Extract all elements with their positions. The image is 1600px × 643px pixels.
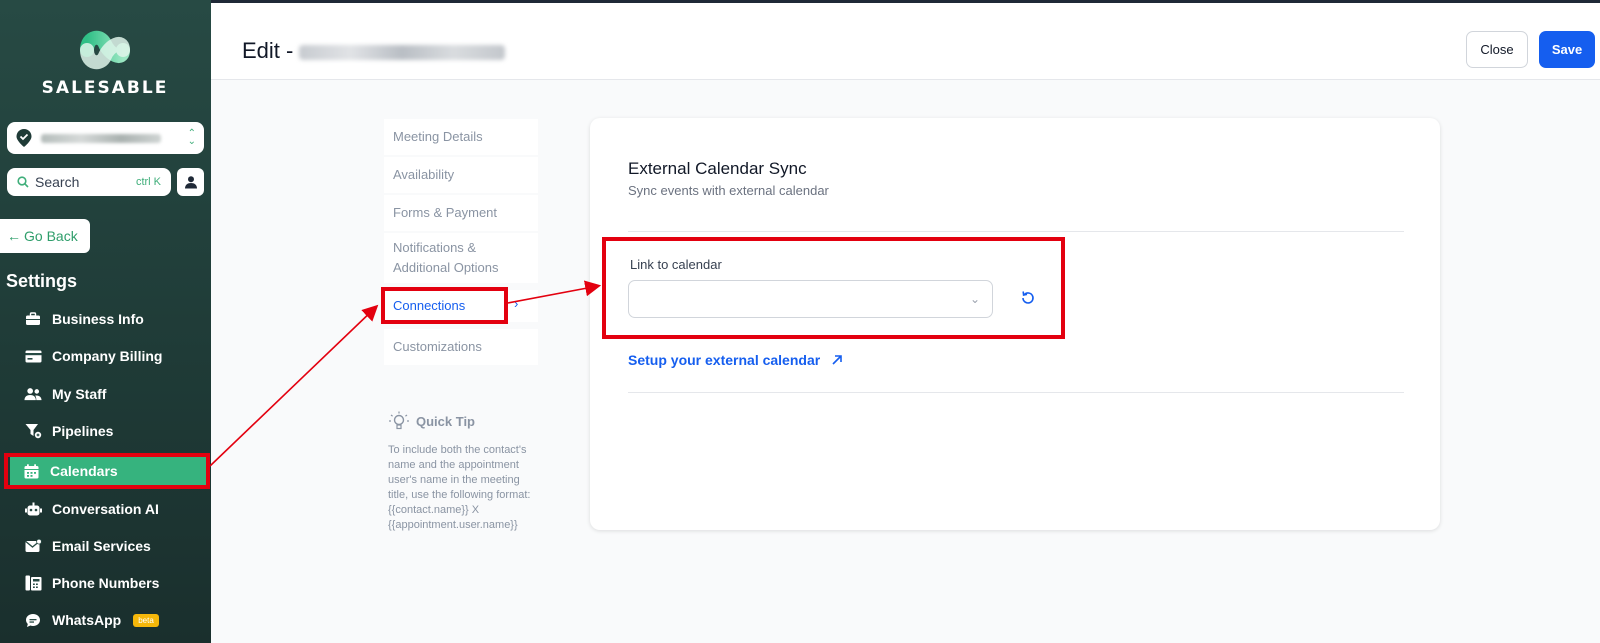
setup-link-label: Setup your external calendar <box>628 352 821 368</box>
arrow-calendars-to-connections <box>209 304 379 467</box>
subnav-item-meeting-details[interactable]: Meeting Details <box>384 119 538 155</box>
briefcase-icon <box>24 310 42 328</box>
calendar-name-redacted <box>299 44 506 60</box>
sidebar-item-label: My Staff <box>52 386 107 402</box>
arrow-left-icon: ← <box>7 228 21 244</box>
sidebar-item-email-services[interactable]: Email Services <box>14 531 203 561</box>
page-title: Edit - <box>242 38 506 64</box>
sidebar-item-conversation-ai[interactable]: Conversation AI <box>14 494 203 524</box>
setup-external-calendar-link[interactable]: Setup your external calendar <box>628 352 844 368</box>
search-button[interactable]: Search ctrl K <box>7 168 171 196</box>
go-back-button[interactable]: ← Go Back <box>0 219 90 253</box>
sidebar-item-business-info[interactable]: Business Info <box>14 304 203 334</box>
sidebar-item-label: Pipelines <box>52 423 114 439</box>
location-name-redacted <box>41 133 161 143</box>
sidebar-item-label: WhatsApp <box>52 612 122 628</box>
robot-icon <box>24 500 42 518</box>
sidebar-item-label: Conversation AI <box>52 501 159 517</box>
header-top-bar <box>211 0 1600 3</box>
subnav-item-notifications[interactable]: Notifications & Additional Options <box>384 233 538 283</box>
save-button[interactable]: Save <box>1539 31 1595 68</box>
subnav-item-label: Forms & Payment <box>393 205 498 220</box>
highlight-box-link-calendar <box>602 237 1065 339</box>
search-shortcut: ctrl K <box>135 176 161 188</box>
divider <box>628 231 1404 232</box>
subnav-item-label: Customizations <box>393 339 482 354</box>
subnav-item-label: Notifications & Additional Options <box>393 240 499 275</box>
quick-tip-body: To include both the contact's name and t… <box>388 444 531 531</box>
divider <box>628 392 1404 393</box>
sidebar-item-company-billing[interactable]: Company Billing <box>14 341 203 371</box>
settings-heading: Settings <box>6 271 78 291</box>
close-button[interactable]: Close <box>1466 31 1528 68</box>
quick-tip-header: Quick Tip <box>388 411 538 431</box>
beta-badge: beta <box>133 613 159 627</box>
lightbulb-icon <box>389 411 409 430</box>
page-header: Edit - Close Save <box>211 0 1600 80</box>
quick-tip: Quick Tip To include both the contact's … <box>388 411 538 533</box>
subnav-item-label: Meeting Details <box>393 129 483 144</box>
sidebar-item-label: Company Billing <box>52 348 163 364</box>
subnav-item-label: Availability <box>393 167 455 182</box>
location-switcher[interactable]: ⌃ ⌄ <box>7 122 204 154</box>
phone-book-icon <box>24 574 42 592</box>
search-label: Search <box>35 174 80 190</box>
sidebar-item-whatsapp[interactable]: WhatsApp beta <box>14 605 203 635</box>
go-back-label: Go Back <box>24 228 78 244</box>
user-icon <box>184 176 197 189</box>
sidebar-item-label: Email Services <box>52 538 151 554</box>
chevron-right-icon: › <box>514 296 519 311</box>
quick-tip-title: Quick Tip <box>416 413 475 429</box>
credit-card-icon <box>24 347 42 365</box>
sidebar-item-label: Business Info <box>52 311 144 327</box>
chat-icon <box>24 611 42 629</box>
external-arrow-icon <box>832 355 842 365</box>
highlight-box-calendars <box>4 453 210 489</box>
card-title: External Calendar Sync <box>628 159 807 178</box>
sidebar-item-pipelines[interactable]: Pipelines <box>14 416 203 446</box>
users-icon <box>24 385 42 403</box>
subnav-item-forms-payment[interactable]: Forms & Payment <box>384 195 538 231</box>
page-title-prefix: Edit - <box>242 38 294 63</box>
envelope-icon <box>24 537 42 555</box>
sidebar-item-phone-numbers[interactable]: Phone Numbers <box>14 568 203 598</box>
sidebar-item-label: Phone Numbers <box>52 575 160 591</box>
brand-logo[interactable]: SALESABLE <box>40 28 170 98</box>
highlight-box-connections <box>381 287 508 324</box>
chevron-updown-icon: ⌃ ⌄ <box>187 128 196 147</box>
search-icon <box>17 176 29 188</box>
sidebar: SALESABLE ⌃ ⌄ Search ctrl K ← Go Back Set… <box>0 0 211 643</box>
infinity-logo-icon <box>80 30 130 70</box>
filter-icon <box>24 422 42 440</box>
profile-button[interactable] <box>177 168 204 196</box>
card-subtitle: Sync events with external calendar <box>628 183 829 198</box>
map-pin-check-icon <box>16 129 32 147</box>
brand-name: SALESABLE <box>41 78 169 98</box>
subnav-item-customizations[interactable]: Customizations <box>384 329 538 365</box>
subnav-item-availability[interactable]: Availability <box>384 157 538 193</box>
sidebar-item-my-staff[interactable]: My Staff <box>14 379 203 409</box>
